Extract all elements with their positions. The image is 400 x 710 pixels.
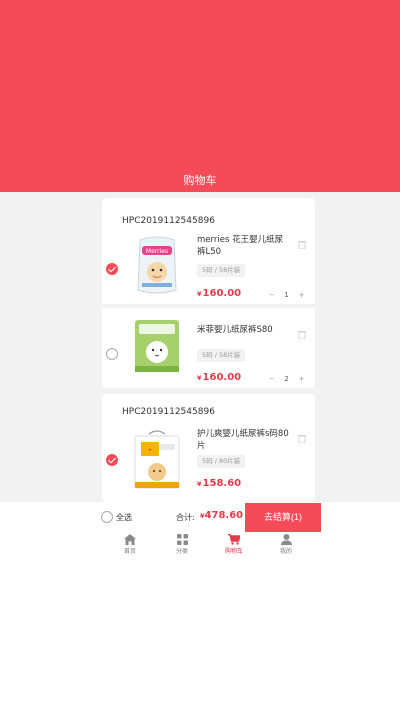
increase-button[interactable]: + (294, 375, 309, 383)
product-price: ¥160.00 (197, 372, 242, 383)
item-checkbox[interactable] (106, 454, 118, 466)
header-banner (0, 0, 400, 192)
tab-category[interactable]: 分类 (162, 532, 202, 560)
svg-text:★: ★ (148, 447, 152, 452)
tab-label: 分类 (175, 548, 188, 555)
tab-label: 首页 (123, 548, 136, 555)
item-checkbox[interactable] (106, 263, 118, 275)
product-spec[interactable]: 5码 / 58片装 (197, 349, 246, 362)
trash-icon[interactable] (298, 428, 306, 444)
product-price: ¥160.00 (197, 288, 242, 299)
tab-label: 我的 (279, 548, 292, 555)
tab-cart[interactable]: 购物车 (214, 532, 254, 560)
product-name[interactable]: 米菲婴儿纸尿裤S80 (197, 324, 289, 336)
product-name[interactable]: 护儿爽婴儿纸尿裤s码80片 (197, 428, 289, 452)
checkout-bar: 全选 合计: ¥478.60 去结算(1) (0, 502, 400, 532)
tab-bar: 首页 分类 购物车 我的 (96, 532, 316, 560)
quantity-value[interactable]: 1 (279, 291, 294, 299)
increase-button[interactable]: + (294, 291, 309, 299)
select-all-checkbox[interactable] (101, 511, 113, 523)
quantity-stepper[interactable]: − 1 + (264, 288, 309, 302)
user-icon (280, 534, 292, 545)
divider (102, 304, 315, 308)
total-amount: ¥478.60 (200, 510, 244, 521)
quantity-stepper[interactable]: − 2 + (264, 372, 309, 386)
product-spec[interactable]: 5码 / 80片装 (197, 455, 246, 468)
product-image[interactable] (126, 314, 188, 376)
product-image[interactable]: Merries (126, 234, 188, 296)
order-number: HPC2019112545896 (122, 216, 215, 226)
checkout-button[interactable]: 去结算(1) (245, 503, 321, 532)
order-group-card: HPC2019112545896 ★ 护儿爽婴儿纸尿裤s码80片 5码 / 80… (102, 394, 315, 502)
product-image[interactable]: ★ (126, 430, 188, 492)
tab-label: 购物车 (224, 548, 243, 555)
tab-profile[interactable]: 我的 (266, 532, 306, 560)
trash-icon[interactable] (298, 324, 306, 340)
brand-text: Merries (146, 248, 168, 255)
product-name[interactable]: merries 花王婴儿纸尿裤L50 (197, 234, 289, 258)
category-icon (176, 534, 188, 545)
decrease-button[interactable]: − (264, 375, 279, 383)
total-label: 合计: (176, 513, 195, 522)
home-icon (124, 534, 136, 545)
select-all-label[interactable]: 全选 (116, 512, 132, 523)
item-checkbox[interactable] (106, 348, 118, 360)
order-group-card: HPC2019112545896 Merries merries 花王婴儿纸尿裤… (102, 198, 315, 388)
cart-icon (228, 534, 240, 545)
product-price: ¥158.60 (197, 478, 242, 489)
tab-home[interactable]: 首页 (110, 532, 150, 560)
decrease-button[interactable]: − (264, 291, 279, 299)
trash-icon[interactable] (298, 234, 306, 250)
quantity-value[interactable]: 2 (279, 375, 294, 383)
order-number: HPC2019112545896 (122, 407, 215, 417)
page-title: 购物车 (183, 174, 217, 187)
product-spec[interactable]: 5码 / 58片装 (197, 264, 246, 277)
cart-list[interactable]: HPC2019112545896 Merries merries 花王婴儿纸尿裤… (0, 192, 400, 502)
